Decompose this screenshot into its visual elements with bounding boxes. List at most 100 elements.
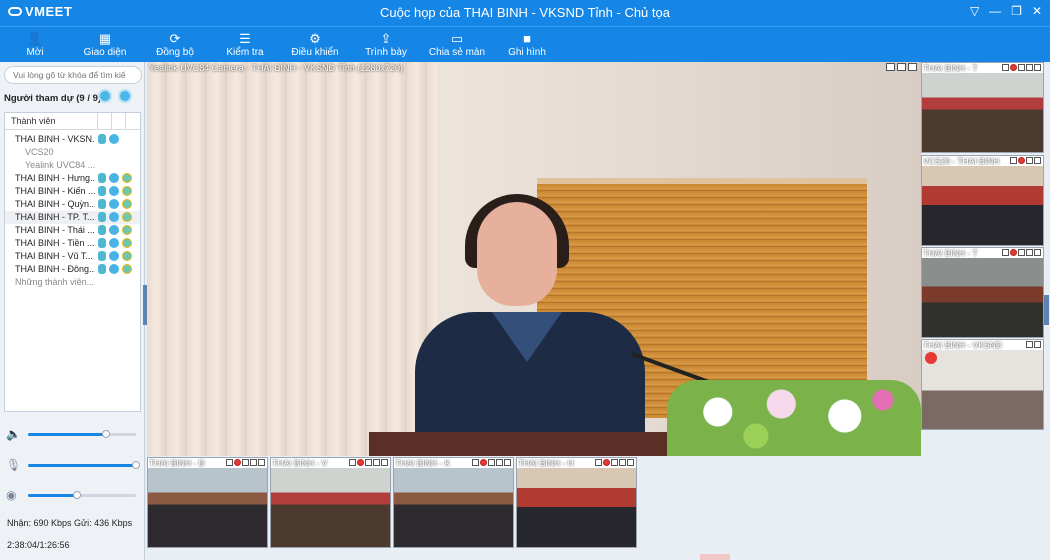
- control-button[interactable]: ⚙ Điều khiển: [280, 27, 350, 62]
- fullscreen-icon[interactable]: [627, 459, 634, 466]
- signal-icon[interactable]: [595, 459, 602, 466]
- fullscreen-icon[interactable]: [504, 459, 511, 466]
- mic-icon[interactable]: [98, 238, 106, 248]
- monitor-icon[interactable]: [619, 459, 626, 466]
- list-item[interactable]: THAI BINH - Hưng...: [5, 172, 140, 185]
- camera-slider[interactable]: ◉: [6, 488, 140, 502]
- video-icon[interactable]: [122, 212, 132, 222]
- camera-icon[interactable]: [109, 173, 119, 183]
- muted-icon[interactable]: [234, 459, 241, 466]
- mic-icon[interactable]: [98, 186, 106, 196]
- mic-icon[interactable]: [98, 199, 106, 209]
- list-item[interactable]: THAI BINH - Thái ...: [5, 224, 140, 237]
- muted-icon[interactable]: [603, 459, 610, 466]
- chat-icon[interactable]: [1018, 249, 1025, 256]
- fullscreen-icon[interactable]: [1034, 249, 1041, 256]
- fullscreen-icon[interactable]: [1034, 341, 1041, 348]
- monitor-icon[interactable]: [1034, 157, 1041, 164]
- mic-icon[interactable]: [98, 264, 106, 274]
- list-item[interactable]: THAI BINH - Quỳn...: [5, 198, 140, 211]
- video-thumbnail[interactable]: THAI BINH - H: [516, 457, 637, 548]
- column-header-member[interactable]: Thành viên: [11, 116, 56, 126]
- sync-button[interactable]: ⟳ Đồng bộ: [140, 27, 210, 62]
- signal-icon[interactable]: [226, 459, 233, 466]
- list-item[interactable]: THAI BINH - Kiến ...: [5, 185, 140, 198]
- signal-icon[interactable]: [1010, 157, 1017, 164]
- signal-icon[interactable]: [472, 459, 479, 466]
- slider-track[interactable]: [28, 491, 136, 499]
- video-thumbnail[interactable]: THAI BINH - V: [270, 457, 391, 548]
- mic-icon[interactable]: [98, 134, 106, 144]
- list-item[interactable]: THAI BINH - Tiền ...: [5, 237, 140, 250]
- fullscreen-icon[interactable]: [258, 459, 265, 466]
- person-icon[interactable]: [886, 63, 895, 71]
- slider-track[interactable]: [28, 430, 136, 438]
- signal-icon[interactable]: [1002, 249, 1009, 256]
- video-thumbnail[interactable]: VCS20 - THAI BINH: [921, 155, 1044, 246]
- search-input[interactable]: [4, 66, 142, 84]
- fullscreen-icon[interactable]: [1034, 64, 1041, 71]
- list-item[interactable]: THAI BINH - Vũ T...: [5, 250, 140, 263]
- list-item[interactable]: THAI BINH - Đông...: [5, 263, 140, 276]
- slider-track[interactable]: [28, 461, 140, 469]
- muted-icon[interactable]: [1018, 157, 1025, 164]
- screen-share-button[interactable]: ▭ Chia sẻ màn: [422, 27, 492, 62]
- video-icon[interactable]: [122, 186, 132, 196]
- layout-button[interactable]: ▦ Giao diện: [70, 27, 140, 62]
- mic-icon[interactable]: [98, 173, 106, 183]
- monitor-icon[interactable]: [496, 459, 503, 466]
- muted-icon[interactable]: [1010, 64, 1017, 71]
- camera-icon[interactable]: [109, 264, 119, 274]
- chat-icon[interactable]: [365, 459, 372, 466]
- video-icon[interactable]: [122, 225, 132, 235]
- main-video[interactable]: Yealink UVC84 Camera - THAI BINH - VKSND…: [147, 62, 921, 456]
- check-button[interactable]: ☰ Kiểm tra: [210, 27, 280, 62]
- camera-icon[interactable]: [109, 199, 119, 209]
- mic-icon[interactable]: [98, 225, 106, 235]
- list-item[interactable]: THAI BINH - VKSN...: [5, 133, 140, 146]
- monitor-icon[interactable]: [897, 63, 906, 71]
- camera-icon[interactable]: [109, 251, 119, 261]
- fullscreen-icon[interactable]: [381, 459, 388, 466]
- monitor-icon[interactable]: [1026, 249, 1033, 256]
- list-item[interactable]: Những thành viên...: [5, 276, 140, 289]
- chat-icon[interactable]: [1026, 157, 1033, 164]
- restore-icon[interactable]: ❐: [1011, 4, 1022, 18]
- speaker-volume-slider[interactable]: 🔈: [6, 427, 140, 441]
- muted-icon[interactable]: [1010, 249, 1017, 256]
- video-thumbnail[interactable]: THAI BINH - VKSND: [921, 339, 1044, 430]
- video-icon[interactable]: [122, 173, 132, 183]
- camera-all-icon[interactable]: [118, 89, 132, 103]
- mic-icon[interactable]: [98, 212, 106, 222]
- muted-icon[interactable]: [480, 459, 487, 466]
- muted-icon[interactable]: [357, 459, 364, 466]
- video-thumbnail[interactable]: THAI BINH - T: [921, 62, 1044, 153]
- video-thumbnail[interactable]: THAI BINH - T: [921, 247, 1044, 338]
- video-icon[interactable]: [122, 199, 132, 209]
- list-item[interactable]: VCS20: [5, 146, 140, 159]
- video-thumbnail[interactable]: THAI BINH - K: [393, 457, 514, 548]
- slider-knob[interactable]: [72, 491, 81, 499]
- chat-icon[interactable]: [611, 459, 618, 466]
- chat-icon[interactable]: [242, 459, 249, 466]
- invite-button[interactable]: 👤 Mời: [0, 27, 70, 62]
- chat-icon[interactable]: [488, 459, 495, 466]
- present-button[interactable]: ⇪ Trình bày: [350, 27, 422, 62]
- monitor-icon[interactable]: [1026, 341, 1033, 348]
- display-icon[interactable]: [908, 63, 917, 71]
- chat-icon[interactable]: [1018, 64, 1025, 71]
- camera-icon[interactable]: [109, 212, 119, 222]
- signal-icon[interactable]: [349, 459, 356, 466]
- video-icon[interactable]: [122, 264, 132, 274]
- mic-icon[interactable]: [98, 251, 106, 261]
- camera-icon[interactable]: [109, 134, 119, 144]
- list-item[interactable]: THAI BINH - TP. T...: [5, 211, 140, 224]
- camera-icon[interactable]: [109, 238, 119, 248]
- list-item[interactable]: Yealink UVC84 ...: [5, 159, 140, 172]
- minimize-icon[interactable]: —: [989, 4, 1001, 18]
- monitor-icon[interactable]: [250, 459, 257, 466]
- video-icon[interactable]: [122, 251, 132, 261]
- monitor-icon[interactable]: [373, 459, 380, 466]
- camera-icon[interactable]: [109, 186, 119, 196]
- monitor-icon[interactable]: [1026, 64, 1033, 71]
